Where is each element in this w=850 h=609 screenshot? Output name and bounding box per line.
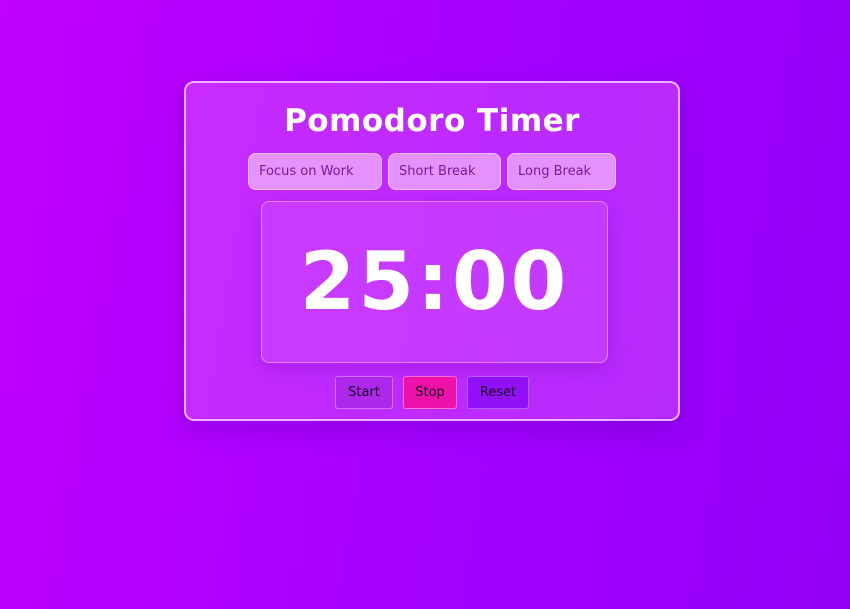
start-button[interactable]: Start bbox=[335, 376, 393, 409]
pomodoro-card: Pomodoro Timer Focus on Work Short Break… bbox=[184, 81, 680, 421]
app-title: Pomodoro Timer bbox=[284, 103, 580, 139]
timer-controls: Start Stop Reset bbox=[186, 376, 678, 409]
long-break-button[interactable]: Long Break bbox=[507, 153, 616, 190]
short-break-button[interactable]: Short Break bbox=[388, 153, 501, 190]
stop-button[interactable]: Stop bbox=[403, 376, 457, 409]
timer-display: 25:00 bbox=[299, 235, 570, 328]
reset-button[interactable]: Reset bbox=[467, 376, 529, 409]
focus-mode-button[interactable]: Focus on Work bbox=[248, 153, 382, 190]
timer-panel: 25:00 bbox=[261, 201, 608, 363]
mode-selector: Focus on Work Short Break Long Break bbox=[186, 153, 678, 190]
